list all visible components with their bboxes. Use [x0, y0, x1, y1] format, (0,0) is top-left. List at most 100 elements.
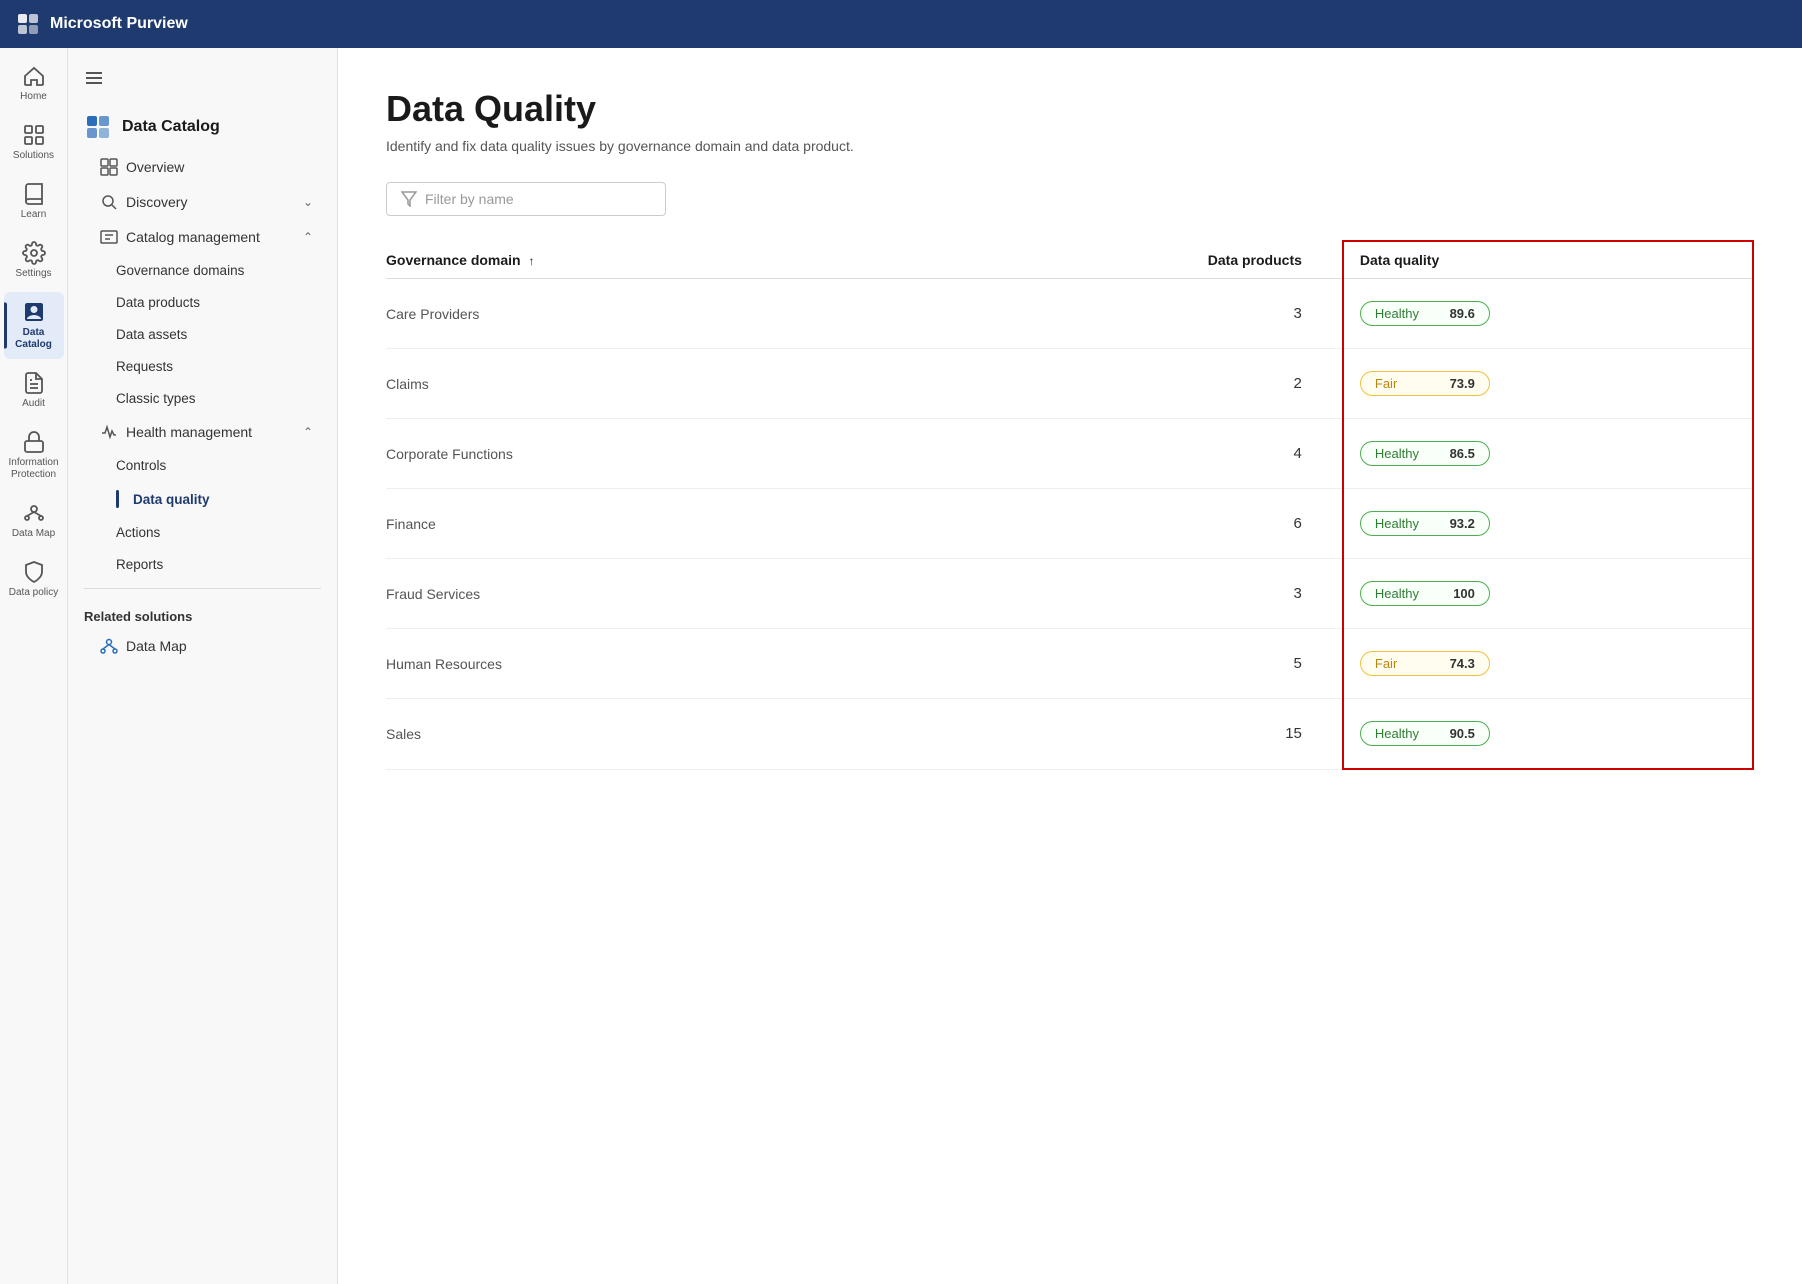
- cell-quality: Healthy89.6: [1343, 279, 1753, 349]
- quality-badge: Fair74.3: [1360, 651, 1490, 676]
- requests-label: Requests: [116, 359, 173, 374]
- active-bar: [116, 490, 119, 508]
- cell-quality: Fair73.9: [1343, 349, 1753, 419]
- quality-badge: Healthy 93.2: [1360, 511, 1490, 536]
- filter-input[interactable]: Filter by name: [386, 182, 666, 216]
- solutions-icon: [22, 123, 46, 147]
- audit-label: Audit: [22, 398, 45, 410]
- sidebar-nav-requests[interactable]: Requests: [76, 351, 329, 382]
- active-indicator: [4, 302, 7, 349]
- badge-score: 74.3: [1450, 656, 1475, 671]
- sidebar-nav-actions[interactable]: Actions: [76, 517, 329, 548]
- data-map-label: Data Map: [12, 528, 55, 540]
- sidebar-nav-data-assets[interactable]: Data assets: [76, 319, 329, 350]
- sidebar-item-settings[interactable]: Settings: [4, 233, 64, 288]
- quality-badge: Healthy90.5: [1360, 721, 1490, 746]
- cell-domain: Claims: [386, 349, 1070, 419]
- sidebar-nav-data-products[interactable]: Data products: [76, 287, 329, 318]
- cell-domain: Corporate Functions: [386, 419, 1070, 489]
- discovery-icon: [100, 193, 118, 211]
- cell-domain: Finance: [386, 489, 1070, 559]
- table-row[interactable]: Finance6 Healthy 93.2: [386, 489, 1753, 559]
- classic-types-label: Classic types: [116, 391, 196, 406]
- health-management-chevron: ⌃: [303, 425, 313, 439]
- sidebar: Data Catalog Overview Discovery ⌄: [68, 48, 338, 1284]
- overview-label: Overview: [126, 159, 184, 175]
- settings-icon: [22, 241, 46, 265]
- filter-placeholder: Filter by name: [425, 191, 514, 207]
- badge-score: 89.6: [1450, 306, 1475, 321]
- app-title: Microsoft Purview: [50, 15, 188, 33]
- cell-products: 15: [1070, 699, 1343, 770]
- badge-score: 100: [1453, 586, 1475, 601]
- sidebar-nav-discovery[interactable]: Discovery ⌄: [76, 185, 329, 219]
- table-row[interactable]: Human Resources5Fair74.3: [386, 629, 1753, 699]
- data-map-related-icon: [100, 637, 118, 655]
- settings-label: Settings: [15, 268, 51, 280]
- filter-icon: [401, 191, 417, 207]
- health-management-label: Health management: [126, 424, 252, 440]
- sidebar-item-data-catalog[interactable]: Data Catalog: [4, 292, 64, 359]
- table-row[interactable]: Fraud Services3Healthy100: [386, 559, 1753, 629]
- col-header-domain[interactable]: Governance domain ↑: [386, 241, 1070, 279]
- sidebar-item-audit[interactable]: Audit: [4, 363, 64, 418]
- data-map-icon: [22, 501, 46, 525]
- table-row[interactable]: Sales15 Healthy90.5: [386, 699, 1753, 770]
- cell-products: 2: [1070, 349, 1343, 419]
- hamburger-button[interactable]: [68, 60, 337, 105]
- sidebar-section-title: Data Catalog: [122, 118, 220, 136]
- filter-bar: Filter by name: [386, 182, 1754, 216]
- home-icon: [22, 64, 46, 88]
- data-quality-label: Data quality: [133, 492, 210, 507]
- table-row[interactable]: Corporate Functions4Healthy86.5: [386, 419, 1753, 489]
- sidebar-nav-reports[interactable]: Reports: [76, 549, 329, 580]
- health-management-icon: [100, 423, 118, 441]
- badge-label: Healthy: [1375, 446, 1419, 461]
- cell-products: 3: [1070, 279, 1343, 349]
- content-area: Data Quality Identify and fix data quali…: [338, 48, 1802, 1284]
- sidebar-item-home[interactable]: Home: [4, 56, 64, 111]
- sidebar-nav-overview[interactable]: Overview: [76, 150, 329, 184]
- home-label: Home: [20, 91, 47, 103]
- information-protection-label: Information Protection: [8, 457, 60, 481]
- audit-icon: [22, 371, 46, 395]
- col-header-products: Data products: [1070, 241, 1343, 279]
- sidebar-item-data-map[interactable]: Data Map: [4, 493, 64, 548]
- sort-arrow-domain: ↑: [528, 254, 534, 268]
- sidebar-item-information-protection[interactable]: Information Protection: [4, 422, 64, 489]
- badge-label: Healthy: [1375, 516, 1419, 531]
- quality-badge: Healthy86.5: [1360, 441, 1490, 466]
- badge-score: 90.5: [1450, 726, 1475, 741]
- sidebar-nav-controls[interactable]: Controls: [76, 450, 329, 481]
- top-bar: Microsoft Purview: [0, 0, 1802, 48]
- sidebar-nav-data-map-related[interactable]: Data Map: [76, 629, 329, 663]
- cell-products: 6: [1070, 489, 1343, 559]
- table-row[interactable]: Claims2Fair73.9: [386, 349, 1753, 419]
- sidebar-nav-data-quality[interactable]: Data quality: [76, 482, 329, 516]
- cell-domain: Sales: [386, 699, 1070, 770]
- sidebar-item-solutions[interactable]: Solutions: [4, 115, 64, 170]
- col-header-quality: Data quality: [1343, 241, 1753, 279]
- sidebar-nav-catalog-management[interactable]: Catalog management ⌃: [76, 220, 329, 254]
- table-header-row: Governance domain ↑ Data products Data q…: [386, 241, 1753, 279]
- discovery-chevron: ⌄: [303, 195, 313, 209]
- related-solutions-label: Related solutions: [68, 597, 337, 628]
- sidebar-nav-classic-types[interactable]: Classic types: [76, 383, 329, 414]
- reports-label: Reports: [116, 557, 163, 572]
- data-catalog-icon: [22, 300, 46, 324]
- sidebar-nav-health-management[interactable]: Health management ⌃: [76, 415, 329, 449]
- sidebar-item-data-policy[interactable]: Data policy: [4, 552, 64, 607]
- information-protection-icon: [22, 430, 46, 454]
- cell-quality: Healthy100: [1343, 559, 1753, 629]
- data-map-related-label: Data Map: [126, 638, 187, 654]
- sidebar-item-learn[interactable]: Learn: [4, 174, 64, 229]
- data-products-label: Data products: [116, 295, 200, 310]
- cell-domain: Fraud Services: [386, 559, 1070, 629]
- actions-label: Actions: [116, 525, 160, 540]
- page-title: Data Quality: [386, 88, 1754, 130]
- table-row[interactable]: Care Providers3Healthy89.6: [386, 279, 1753, 349]
- badge-score: 93.2: [1450, 516, 1475, 531]
- sidebar-section-header: Data Catalog: [68, 105, 337, 149]
- cell-domain: Human Resources: [386, 629, 1070, 699]
- sidebar-nav-governance-domains[interactable]: Governance domains: [76, 255, 329, 286]
